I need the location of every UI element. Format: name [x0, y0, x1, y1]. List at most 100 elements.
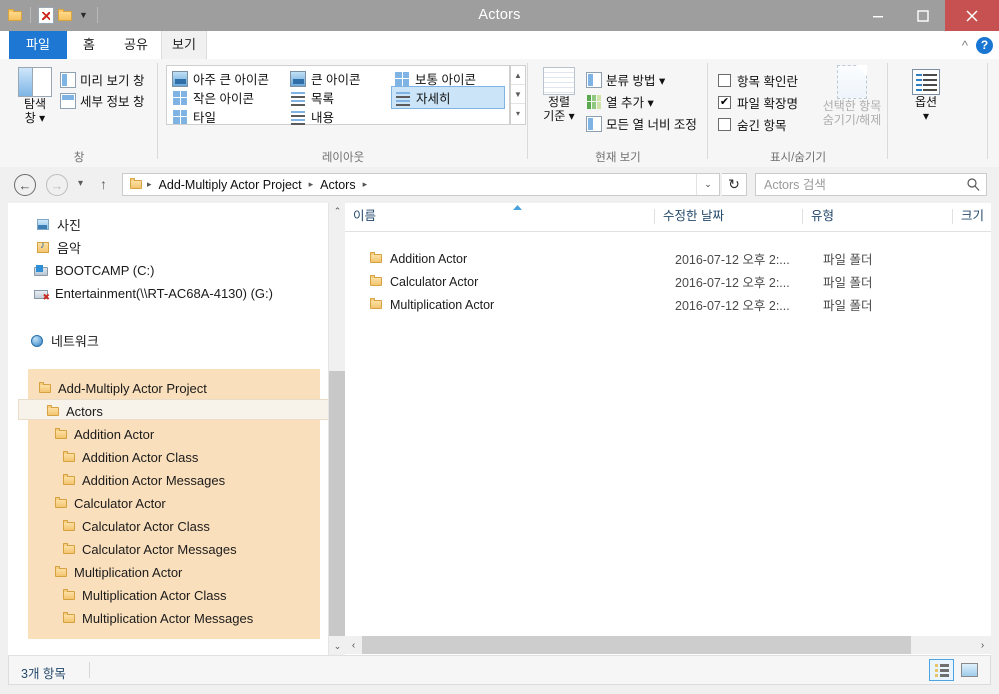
group-by-button[interactable]: 분류 방법 ▾ [586, 70, 665, 89]
maximize-button[interactable] [900, 0, 945, 31]
options-button[interactable]: 옵션 ▾ [900, 69, 952, 123]
tree-item-addition-actor-messages[interactable]: Addition Actor Messages [62, 470, 225, 491]
nav-scroll-down-button[interactable]: ⌄ [329, 638, 346, 655]
refresh-button[interactable]: ↻ [722, 173, 747, 196]
nav-pane-scrollbar[interactable]: ⌃ ⌄ [328, 203, 346, 655]
breadcrumb-separator[interactable]: ▸ [145, 179, 154, 190]
drive-icon [34, 264, 49, 278]
file-list-horizontal-scrollbar[interactable]: ‹ › [345, 636, 991, 654]
tree-item-calculator-actor-class[interactable]: Calculator Actor Class [62, 516, 210, 537]
layout-item-content[interactable]: 내용 [287, 106, 383, 127]
tab-view[interactable]: 보기 [161, 31, 207, 59]
table-row[interactable]: Calculator Actor 2016-07-12 오후 2:... 파일 … [345, 270, 991, 293]
title-bar: ▼ Actors [0, 0, 999, 31]
sort-by-button[interactable]: 정렬 기준 ▾ [534, 67, 584, 123]
tree-item-multiplication-actor-class[interactable]: Multiplication Actor Class [62, 585, 227, 606]
file-extensions-toggle[interactable]: ✔ 파일 확장명 [718, 93, 798, 112]
column-header-name[interactable]: 이름 [345, 203, 655, 230]
up-button[interactable]: ↑ [100, 176, 107, 192]
checkbox-item-checkboxes[interactable] [718, 74, 731, 87]
layout-scroll-up[interactable]: ▲ [511, 66, 525, 85]
folder-icon[interactable] [8, 8, 23, 22]
tab-share[interactable]: 공유 [111, 31, 161, 59]
breadcrumb-item-0[interactable]: Add-Multiply Actor Project [156, 177, 305, 193]
size-all-columns-button[interactable]: 모든 열 너비 조정 [586, 114, 697, 133]
details-pane-button[interactable]: 세부 정보 창 [60, 91, 144, 110]
tree-item-add-multiply-actor-project[interactable]: Add-Multiply Actor Project [38, 378, 207, 399]
table-row[interactable]: Addition Actor 2016-07-12 오후 2:... 파일 폴더 [345, 247, 991, 270]
large-icons-view-toggle[interactable] [957, 659, 982, 681]
layout-item-details[interactable]: 자세히 [391, 86, 505, 109]
tab-home[interactable]: 홈 [67, 31, 111, 59]
tree-item-calculator-actor[interactable]: Calculator Actor [54, 493, 166, 514]
address-folder-icon [129, 178, 143, 191]
hscroll-right-button[interactable]: › [974, 636, 991, 654]
close-button[interactable] [945, 0, 999, 31]
minimize-button[interactable] [855, 0, 900, 31]
address-breadcrumb-bar[interactable]: ▸ Add-Multiply Actor Project ▸ Actors ▸ … [122, 173, 720, 196]
item-checkboxes-toggle[interactable]: 항목 확인란 [718, 71, 798, 90]
hide-selected-icon [837, 65, 867, 99]
recent-locations-button[interactable]: ▾ [78, 178, 83, 189]
layout-item-small[interactable]: 작은 아이콘 [169, 87, 279, 108]
breadcrumb-separator[interactable]: ▸ [307, 179, 316, 190]
group-separator [987, 63, 988, 159]
search-box[interactable] [755, 173, 987, 196]
navigation-pane-icon [18, 67, 52, 97]
customize-qat-caret[interactable]: ▼ [77, 10, 90, 20]
layout-item-list[interactable]: 목록 [287, 87, 383, 108]
layout-item-tiles[interactable]: 타일 [169, 106, 279, 127]
breadcrumb-separator[interactable]: ▸ [361, 179, 370, 190]
search-input[interactable] [762, 176, 956, 193]
back-button[interactable]: ← [14, 174, 36, 196]
checkbox-hidden-items[interactable] [718, 118, 731, 131]
tab-file[interactable]: 파일 [9, 31, 67, 59]
navigation-pane-button[interactable]: 탐색 창 ▾ [8, 67, 62, 125]
file-name-cell: Multiplication Actor [369, 298, 494, 312]
file-list-pane[interactable]: 이름 수정한 날짜 유형 크기 Addition Actor 2016-07-1… [345, 203, 991, 655]
add-column-button[interactable]: 열 추가 ▾ [586, 92, 654, 111]
options-label-1: 옵션 [914, 95, 938, 109]
hidden-items-toggle[interactable]: 숨긴 항목 [718, 115, 786, 134]
nav-scroll-thumb[interactable] [329, 371, 346, 636]
new-folder-icon[interactable] [58, 8, 73, 22]
tree-item-network[interactable]: 네트워크 [30, 330, 99, 351]
tree-item-entertainment-drive[interactable]: Entertainment(\\RT-AC68A-4130) (G:) [34, 283, 273, 304]
column-header-size[interactable]: 크기 [953, 203, 991, 230]
chevron-up-icon[interactable]: ^ [962, 38, 968, 53]
preview-pane-button[interactable]: 미리 보기 창 [60, 70, 144, 89]
layout-item-extra-large[interactable]: 아주 큰 아이콘 [169, 68, 279, 89]
preview-pane-label: 미리 보기 창 [80, 74, 145, 88]
tree-item-calculator-actor-messages[interactable]: Calculator Actor Messages [62, 539, 237, 560]
table-row[interactable]: Multiplication Actor 2016-07-12 오후 2:...… [345, 293, 991, 316]
layout-scroll-down[interactable]: ▼ [511, 85, 525, 104]
nav-scroll-up-button[interactable]: ⌃ [329, 203, 346, 220]
column-header-type[interactable]: 유형 [803, 203, 953, 230]
help-icon[interactable]: ? [976, 36, 993, 54]
hscroll-left-button[interactable]: ‹ [345, 636, 362, 654]
tree-item-addition-actor[interactable]: Addition Actor [54, 424, 154, 445]
tree-item-multiplication-actor-messages[interactable]: Multiplication Actor Messages [62, 608, 253, 629]
checkbox-file-extensions[interactable]: ✔ [718, 96, 731, 109]
properties-icon[interactable] [38, 6, 54, 24]
hscroll-thumb[interactable] [362, 636, 911, 654]
tree-item-bootcamp-drive[interactable]: BOOTCAMP (C:) [34, 260, 154, 281]
tree-item-pictures[interactable]: 사진 [36, 214, 81, 235]
layout-item-large[interactable]: 큰 아이콘 [287, 68, 383, 89]
tree-item-label: Entertainment(\\RT-AC68A-4130) (G:) [55, 286, 273, 301]
tree-item-actors[interactable]: Actors [46, 401, 103, 422]
options-label-2: ▾ [922, 109, 930, 123]
folder-icon [38, 382, 52, 395]
navigation-pane[interactable]: 사진 음악 BOOTCAMP (C:) Entertainment(\\RT-A… [8, 203, 328, 655]
tree-item-addition-actor-class[interactable]: Addition Actor Class [62, 447, 198, 468]
file-date-cell: 2016-07-12 오후 2:... [675, 276, 790, 290]
sort-by-icon [543, 67, 575, 95]
layout-scroll-more[interactable]: ▾ [511, 104, 525, 122]
breadcrumb-item-1[interactable]: Actors [317, 177, 358, 193]
forward-button[interactable]: → [46, 174, 68, 196]
details-view-toggle[interactable] [929, 659, 954, 681]
address-dropdown-icon[interactable]: ⌄ [696, 174, 719, 195]
tree-item-music[interactable]: 음악 [36, 237, 81, 258]
column-header-date-modified[interactable]: 수정한 날짜 [655, 203, 803, 230]
tree-item-multiplication-actor[interactable]: Multiplication Actor [54, 562, 182, 583]
